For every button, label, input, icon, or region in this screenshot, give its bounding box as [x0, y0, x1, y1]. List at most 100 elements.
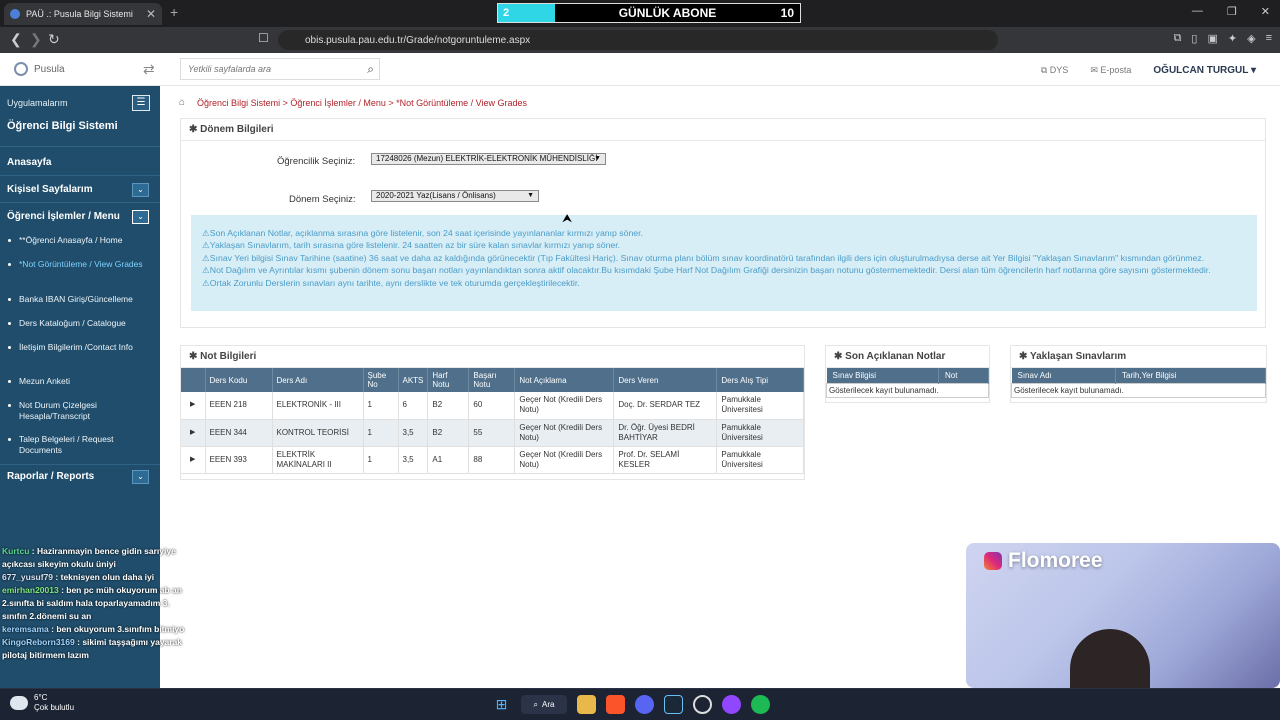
search-icon[interactable]: ⌕	[367, 62, 374, 77]
course-name: KONTROL TEORİSİ	[272, 419, 364, 447]
sidebar-item-survey[interactable]: Mezun Anketi	[8, 376, 149, 387]
info-line: ⚠Ortak Zorunlu Derslerin sınavları aynı …	[202, 277, 580, 288]
sidebar-item-iban[interactable]: Banka IBAN Giriş/Güncelleme	[8, 294, 149, 305]
dys-link[interactable]: ⧉ DYS	[1041, 65, 1068, 76]
recent-grades-heading: ✱ Son Açıklanan Notlar	[826, 346, 989, 368]
brave-browser-icon[interactable]	[606, 695, 625, 714]
stream-chat-overlay: Kurtcu : Haziranmayin bence gidin sarıyi…	[0, 545, 190, 688]
search-icon: ⌕	[533, 699, 539, 709]
sidebar-item-home[interactable]: Anasayfa	[7, 157, 51, 168]
table-row: ▶ EEEN 218 ELEKTRONİK - III 1 6 B2 60 Ge…	[181, 392, 804, 420]
sidebar-item-ops[interactable]: Öğrenci İşlemler / Menu	[7, 211, 120, 222]
info-text: Ortak Zorunlu Derslerin sınavları aynı t…	[209, 277, 580, 288]
sidebar-item-reports[interactable]: Raporlar / Reports	[7, 471, 94, 482]
back-icon[interactable]: ❮	[10, 31, 22, 48]
weather-widget[interactable]: 6°C Çok bulutlu	[10, 693, 74, 713]
webcam-overlay: Flomoree	[966, 543, 1280, 688]
studentship-select[interactable]: 17248026 (Mezun) ELEKTRİK-ELEKTRONİK MÜH…	[371, 153, 606, 165]
chat-message: emirhan20013 : ben pc müh okuyorum ab an…	[2, 585, 182, 621]
dropdown-arrow-icon: ▼	[527, 192, 534, 199]
column-header[interactable]: Şube No	[363, 368, 399, 392]
forward-icon[interactable]: ❯	[30, 31, 42, 48]
twitch-icon[interactable]	[722, 695, 741, 714]
studentship-label: Öğrencilik Seçiniz:	[277, 156, 356, 167]
grade-note: Geçer Not (Kredili Ders Notu)	[514, 446, 615, 474]
address-field[interactable]: obis.pusula.pau.edu.tr/Grade/notgoruntul…	[278, 30, 998, 50]
eposta-label: E-posta	[1100, 65, 1132, 75]
term-select[interactable]: 2020-2021 Yaz(Lisans / Önlisans) ▼	[371, 190, 539, 202]
expand-row-icon[interactable]: ▶	[181, 419, 206, 447]
grades-panel: ✱ Not Bilgileri Ders Kodu Ders Adı Şube …	[180, 345, 805, 480]
chat-user: 677_yusuf79	[2, 572, 54, 582]
column-header[interactable]: Ders Adı	[272, 368, 364, 392]
windows-start-icon[interactable]: ⊞	[492, 695, 511, 714]
empty-message: Gösterilecek kayıt bulunamadı.	[826, 382, 989, 398]
discord-icon[interactable]	[635, 695, 654, 714]
info-text: Sınav Yeri bilgisi Sınav Tarihine (saati…	[209, 252, 1205, 263]
search-input[interactable]: Yetkili sayfalarda ara ⌕	[180, 58, 380, 80]
sidebar-item-student-home[interactable]: **Öğrenci Anasayfa / Home	[8, 235, 149, 246]
minimize-icon[interactable]: —	[1192, 5, 1203, 18]
sidebar-item-view-grades[interactable]: *Not Görüntüleme / View Grades	[8, 259, 149, 270]
course-name: ELEKTRONİK - III	[272, 392, 364, 420]
user-menu[interactable]: OĞULCAN TURGUL ▾	[1153, 65, 1256, 76]
ai-icon[interactable]: ✦	[1228, 32, 1237, 45]
table-row: ▶ EEEN 393 ELEKTRİK MAKİNALARI II 1 3,5 …	[181, 446, 804, 474]
divider	[0, 202, 160, 203]
apps-list-icon[interactable]: ☰	[132, 95, 150, 111]
close-window-icon[interactable]: ✕	[1261, 5, 1270, 18]
chevron-down-icon[interactable]: ⌄	[132, 183, 149, 197]
close-tab-icon[interactable]: ✕	[146, 7, 156, 21]
chevron-down-icon[interactable]: ⌄	[132, 210, 149, 224]
subscriber-goal-target: 10	[780, 6, 794, 20]
menu-icon[interactable]: ≡	[1266, 32, 1272, 45]
sidebar-item-transcript[interactable]: Not Durum Çizelgesi Hesapla/Transcript	[8, 400, 149, 422]
maximize-icon[interactable]: ❐	[1227, 5, 1237, 18]
column-header[interactable]: Başarı Notu	[468, 368, 516, 392]
empty-message: Gösterilecek kayıt bulunamadı.	[1011, 382, 1266, 398]
streamer-silhouette	[1070, 629, 1150, 688]
vpn-icon[interactable]: ◈	[1247, 32, 1255, 45]
bookmark-icon[interactable]: ☐	[258, 31, 269, 45]
url-text: obis.pusula.pau.edu.tr/Grade/notgoruntul…	[305, 34, 531, 46]
instructor: Doç. Dr. SERDAR TEZ	[613, 392, 718, 420]
success-grade: 88	[468, 446, 516, 474]
steam-icon[interactable]	[664, 695, 683, 714]
sidebar-icon[interactable]: ▯	[1191, 32, 1197, 45]
sidebar-item-documents[interactable]: Talep Belgeleri / Request Documents	[8, 434, 149, 456]
spotify-icon[interactable]	[751, 695, 770, 714]
column-header[interactable]: Ders Kodu	[205, 368, 273, 392]
file-explorer-icon[interactable]	[577, 695, 596, 714]
obs-icon[interactable]	[693, 695, 712, 714]
reload-icon[interactable]: ↻	[48, 31, 60, 48]
eposta-link[interactable]: ✉ E-posta	[1090, 65, 1131, 76]
letter-grade: B2	[427, 419, 470, 447]
column-header: Tarih,Yer Bilgisi	[1115, 368, 1266, 383]
breadcrumb-path[interactable]: Öğrenci Bilgi Sistemi > Öğrenci İşlemler…	[197, 98, 527, 108]
chevron-down-icon[interactable]: ⌄	[132, 470, 149, 484]
extensions-icon[interactable]: ⧉	[1174, 32, 1182, 45]
column-header[interactable]: Ders Veren	[613, 368, 718, 392]
expand-row-icon[interactable]: ▶	[181, 392, 206, 420]
wallet-icon[interactable]: ▣	[1207, 32, 1217, 45]
column-header[interactable]: AKTS	[398, 368, 429, 392]
info-line: ⚠Not Dağılım ve Ayrıntılar kısmı şubenin…	[202, 265, 1211, 276]
browser-tab[interactable]: PAÜ .: Pusula Bilgi Sistemi ✕	[4, 3, 162, 25]
browser-toolbar: ❮ ❯ ↻ ☐ obis.pusula.pau.edu.tr/Grade/not…	[0, 27, 1280, 53]
column-header[interactable]: Harf Notu	[427, 368, 470, 392]
toggle-sidebar-icon[interactable]: ⇄	[143, 61, 155, 78]
sidebar-item-catalogue[interactable]: Ders Kataloğum / Catalogue	[8, 318, 149, 329]
streamer-handle: Flomoree	[1008, 549, 1103, 572]
pusula-logo[interactable]: Pusula	[14, 62, 65, 76]
expand-row-icon[interactable]: ▶	[181, 446, 206, 474]
sidebar-item-contact[interactable]: İletişim Bilgilerim /Contact Info	[8, 342, 149, 353]
sidebar-title: Öğrenci Bilgi Sistemi	[7, 120, 118, 132]
column-header[interactable]: Ders Alış Tipi	[716, 368, 804, 392]
grade-note: Geçer Not (Kredili Ders Notu)	[514, 392, 615, 420]
chat-message: 677_yusuf79 : teknisyen olun daha iyi	[2, 572, 155, 582]
column-header[interactable]: Not Açıklama	[514, 368, 615, 392]
new-tab-icon[interactable]: +	[170, 4, 178, 20]
home-icon[interactable]: ⌂	[179, 97, 185, 108]
sidebar-item-personal[interactable]: Kişisel Sayfalarım	[7, 184, 93, 195]
taskbar-search[interactable]: ⌕ Ara	[521, 695, 567, 714]
